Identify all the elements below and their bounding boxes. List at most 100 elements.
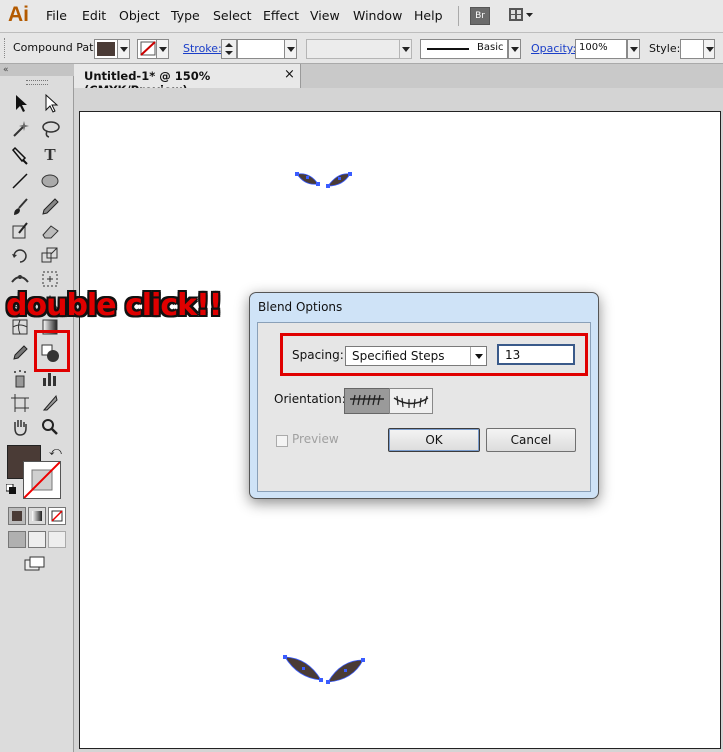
no-stroke-icon — [24, 462, 60, 498]
symbol-sprayer-tool-icon[interactable] — [9, 368, 31, 390]
draw-inside-icon[interactable] — [48, 531, 66, 548]
arrange-documents-icon — [509, 8, 533, 21]
brush-dropdown[interactable] — [508, 39, 521, 59]
menu-object[interactable]: Object — [119, 8, 160, 23]
fill-swatch[interactable] — [94, 39, 118, 59]
paintbrush-tool-icon[interactable] — [9, 196, 31, 218]
none-icon — [51, 510, 63, 522]
stroke-color-dropdown[interactable] — [156, 39, 169, 59]
draw-normal-icon[interactable] — [8, 531, 26, 548]
opacity-input[interactable]: 100% — [575, 39, 627, 59]
stroke-color-box[interactable] — [23, 461, 61, 499]
lasso-tool-icon[interactable] — [39, 118, 61, 140]
hand-tool-icon[interactable] — [9, 416, 31, 438]
spacing-label: Spacing: — [292, 348, 344, 362]
width-tool-icon[interactable] — [9, 268, 31, 290]
stroke-weight-dropdown[interactable] — [284, 39, 297, 59]
arrange-documents-button[interactable] — [508, 7, 534, 23]
draw-mode-row — [8, 531, 66, 548]
profile-dropdown — [399, 39, 412, 59]
annotation-text: double click!! — [6, 288, 222, 323]
free-transform-tool-icon[interactable] — [39, 268, 61, 290]
menu-file[interactable]: File — [46, 8, 67, 23]
blob-brush-tool-icon[interactable] — [9, 220, 31, 242]
stepper-arrows-icon — [225, 43, 233, 55]
spacing-select[interactable]: Specified Steps — [345, 346, 487, 366]
direct-selection-tool-icon[interactable] — [39, 92, 61, 114]
scale-tool-icon[interactable] — [39, 244, 61, 266]
steps-value: 13 — [505, 348, 521, 362]
line-segment-tool-icon[interactable] — [9, 170, 31, 192]
dialog-body: Spacing: Specified Steps 13 Orientation:… — [257, 322, 591, 492]
stroke-label[interactable]: Stroke: — [183, 42, 222, 55]
type-tool-icon[interactable]: T — [39, 144, 61, 166]
artboard-tool-icon[interactable] — [9, 392, 31, 414]
menu-view[interactable]: View — [310, 8, 340, 23]
preview-checkbox[interactable] — [276, 435, 288, 447]
control-bar: Compound Path Stroke: Basic Opacity: 100… — [0, 33, 723, 64]
color-mode-row — [8, 507, 66, 525]
brush-label: Basic — [477, 42, 504, 53]
blend-options-dialog: Blend Options Spacing: Specified Steps 1… — [249, 292, 599, 499]
screen-mode-icon[interactable] — [24, 556, 46, 572]
color-mode-button[interactable] — [8, 507, 26, 525]
object-type-label: Compound Path — [13, 41, 101, 54]
document-tab[interactable]: Untitled-1* @ 150% (CMYK/Preview) × — [74, 64, 301, 97]
blend-end-object[interactable] — [278, 648, 370, 690]
app-logo: Ai — [8, 3, 29, 26]
graphic-style-swatch[interactable] — [680, 39, 704, 59]
panel-grip-icon — [26, 80, 48, 85]
collapse-panel-icon[interactable]: « — [0, 64, 76, 76]
menu-help[interactable]: Help — [414, 8, 443, 23]
bridge-button[interactable]: Br — [470, 7, 490, 25]
cancel-button[interactable]: Cancel — [486, 428, 576, 452]
opacity-label[interactable]: Opacity: — [531, 42, 576, 55]
menu-edit[interactable]: Edit — [82, 8, 106, 23]
default-fill-stroke-icon[interactable] — [5, 483, 16, 494]
opacity-dropdown[interactable] — [627, 39, 640, 59]
align-to-page-button[interactable] — [344, 388, 390, 414]
gradient-mode-button[interactable] — [28, 507, 46, 525]
style-label: Style: — [649, 42, 681, 55]
grip-icon — [4, 38, 8, 58]
swap-fill-stroke-icon[interactable]: ⤺ — [49, 444, 62, 459]
rotate-tool-icon[interactable] — [9, 244, 31, 266]
draw-behind-icon[interactable] — [28, 531, 46, 548]
ellipse-tool-icon[interactable] — [39, 170, 61, 192]
pencil-tool-icon[interactable] — [39, 196, 61, 218]
slice-tool-icon[interactable] — [39, 392, 61, 414]
tools-panel: « T ⤺ — [0, 64, 76, 752]
style-dropdown[interactable] — [703, 39, 715, 59]
selection-tool-icon[interactable] — [9, 92, 31, 114]
blend-tool-highlight — [34, 330, 70, 372]
preview-label: Preview — [292, 432, 339, 446]
ok-button[interactable]: OK — [388, 428, 480, 452]
menu-divider — [458, 6, 459, 26]
dialog-title: Blend Options — [258, 300, 343, 314]
menu-effect[interactable]: Effect — [263, 8, 299, 23]
steps-input[interactable]: 13 — [497, 344, 575, 365]
none-mode-button[interactable] — [48, 507, 66, 525]
align-to-path-icon — [393, 395, 429, 409]
pen-tool-icon[interactable] — [9, 144, 31, 166]
eraser-tool-icon[interactable] — [39, 220, 61, 242]
spacing-value: Specified Steps — [352, 349, 445, 363]
brush-definition[interactable]: Basic — [420, 39, 508, 59]
eyedropper-tool-icon[interactable] — [9, 342, 31, 364]
stroke-weight-stepper[interactable] — [221, 39, 237, 59]
menu-window[interactable]: Window — [353, 8, 402, 23]
blend-start-object[interactable] — [288, 164, 360, 198]
menu-type[interactable]: Type — [171, 8, 200, 23]
close-tab-icon[interactable]: × — [284, 67, 295, 82]
variable-width-profile — [306, 39, 400, 59]
menu-select[interactable]: Select — [213, 8, 252, 23]
spacing-dropdown-icon[interactable] — [470, 347, 487, 365]
zoom-tool-icon[interactable] — [39, 416, 61, 438]
magic-wand-tool-icon[interactable] — [9, 118, 31, 140]
stroke-weight-input[interactable] — [237, 39, 285, 59]
menu-bar: Ai File Edit Object Type Select Effect V… — [0, 0, 723, 33]
document-tab-bar: Untitled-1* @ 150% (CMYK/Preview) × — [74, 64, 723, 97]
align-to-path-button[interactable] — [389, 388, 433, 414]
opacity-value: 100% — [579, 42, 608, 53]
fill-dropdown[interactable] — [117, 39, 130, 59]
